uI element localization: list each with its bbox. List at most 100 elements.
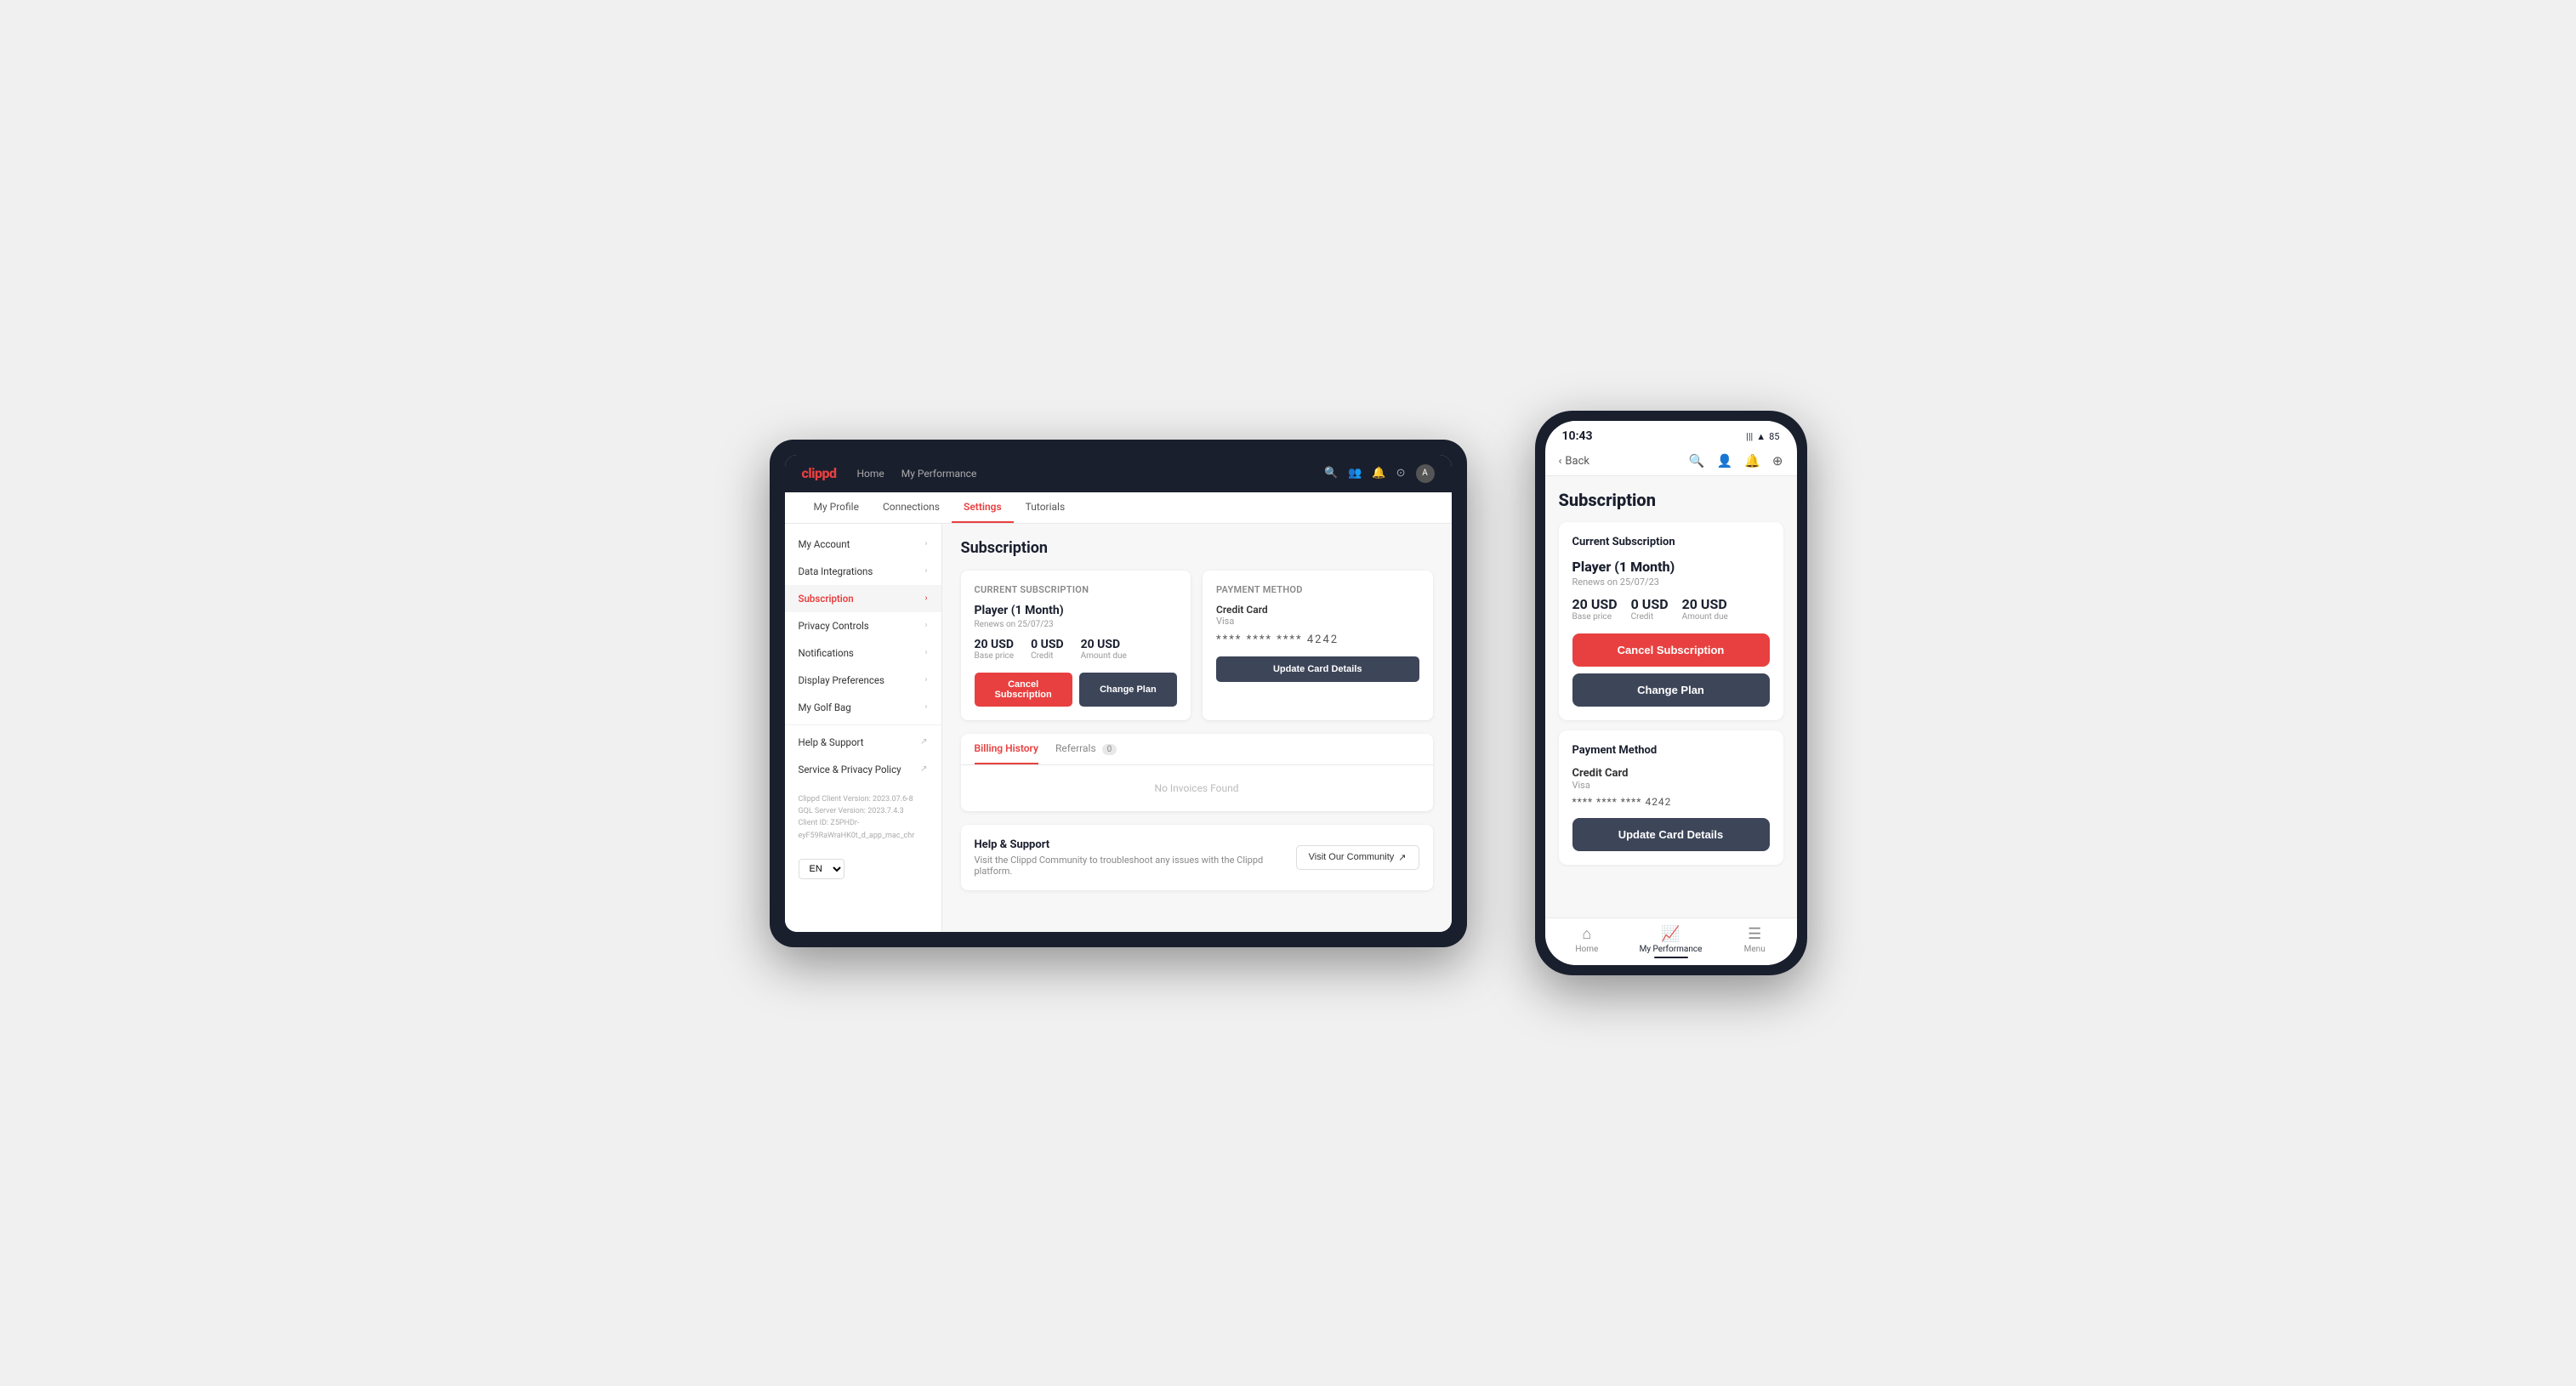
phone-payment-title: Payment Method bbox=[1572, 744, 1770, 757]
wifi-icon: ▲ bbox=[1756, 431, 1766, 442]
plan-renews: Renews on 25/07/23 bbox=[975, 620, 1178, 629]
circle-icon[interactable]: ⊙ bbox=[1396, 467, 1406, 480]
phone-plan-name: Player (1 Month) bbox=[1572, 559, 1770, 575]
chevron-left-icon: ‹ bbox=[1559, 455, 1562, 468]
back-button[interactable]: ‹ Back bbox=[1559, 455, 1589, 468]
phone-subscription-title: Current Subscription bbox=[1572, 536, 1770, 548]
help-text: Help & Support Visit the Clippd Communit… bbox=[975, 838, 1296, 877]
sidebar-item-subscription[interactable]: Subscription › bbox=[785, 585, 941, 612]
billing-tabs: Billing History Referrals 0 bbox=[961, 734, 1433, 765]
phone-nav-home[interactable]: ⌂ Home bbox=[1545, 918, 1629, 965]
chevron-right-icon: › bbox=[924, 675, 927, 684]
battery-icon: 85 bbox=[1769, 431, 1779, 442]
plan-name: Player (1 Month) bbox=[975, 604, 1178, 617]
chevron-right-icon: › bbox=[924, 594, 927, 603]
phone-card-number-row: **** **** **** 4242 bbox=[1572, 796, 1770, 808]
phone-card-type: Credit Card bbox=[1572, 767, 1770, 780]
subscription-cards-row: Current Subscription Player (1 Month) Re… bbox=[961, 571, 1433, 720]
nav-links: Home My Performance bbox=[856, 468, 1304, 480]
app-logo: clippd bbox=[802, 465, 837, 481]
external-link-icon: ↗ bbox=[1398, 852, 1406, 863]
tablet-navbar: clippd Home My Performance 🔍 👥 🔔 ⊙ A bbox=[785, 455, 1452, 492]
credit: 0 USD Credit bbox=[1031, 638, 1063, 661]
current-subscription-title: Current Subscription bbox=[975, 584, 1178, 595]
phone-nav-my-performance[interactable]: 📈 My Performance bbox=[1629, 918, 1713, 965]
update-card-button[interactable]: Update Card Details bbox=[1216, 656, 1419, 682]
phone-screen: 10:43 ||| ▲ 85 ‹ Back 🔍 👤 🔔 ⊕ bbox=[1545, 421, 1797, 965]
visit-community-button[interactable]: Visit Our Community ↗ bbox=[1296, 845, 1419, 870]
phone-subscription-card: Current Subscription Player (1 Month) Re… bbox=[1559, 522, 1783, 720]
nav-active-indicator bbox=[1654, 957, 1688, 958]
tab-connections[interactable]: Connections bbox=[871, 492, 952, 523]
phone-nav-icons: 🔍 👤 🔔 ⊕ bbox=[1689, 453, 1783, 469]
home-icon: ⌂ bbox=[1582, 925, 1591, 943]
tablet-screen: clippd Home My Performance 🔍 👥 🔔 ⊙ A My … bbox=[785, 455, 1452, 932]
external-link-icon: ↗ bbox=[920, 764, 927, 774]
sidebar: My Account › Data Integrations › Subscri… bbox=[785, 524, 942, 932]
sidebar-item-display-preferences[interactable]: Display Preferences › bbox=[785, 667, 941, 694]
phone-card-number: **** **** **** 4242 bbox=[1572, 796, 1672, 808]
user-icon[interactable]: 👤 bbox=[1717, 453, 1733, 469]
base-price: 20 USD Base price bbox=[975, 638, 1015, 661]
phone-status-icons: ||| ▲ 85 bbox=[1746, 431, 1779, 442]
help-description: Visit the Clippd Community to troublesho… bbox=[975, 855, 1296, 877]
chevron-right-icon: › bbox=[924, 566, 927, 576]
phone-payment-card: Payment Method Credit Card Visa **** ***… bbox=[1559, 730, 1783, 865]
card-number: **** **** **** 4242 bbox=[1216, 633, 1419, 646]
phone-cancel-subscription-button[interactable]: Cancel Subscription bbox=[1572, 633, 1770, 667]
chevron-right-icon: › bbox=[924, 702, 927, 712]
phone-change-plan-button[interactable]: Change Plan bbox=[1572, 673, 1770, 707]
phone-page-title: Subscription bbox=[1559, 490, 1783, 510]
sidebar-item-my-account[interactable]: My Account › bbox=[785, 531, 941, 558]
phone-credit: 0 USD Credit bbox=[1631, 596, 1669, 622]
performance-icon: 📈 bbox=[1661, 925, 1680, 943]
amount-due: 20 USD Amount due bbox=[1081, 638, 1127, 661]
tab-tutorials[interactable]: Tutorials bbox=[1014, 492, 1078, 523]
card-type: Credit Card bbox=[1216, 604, 1419, 616]
tab-billing-history[interactable]: Billing History bbox=[975, 734, 1038, 764]
tablet-content: My Account › Data Integrations › Subscri… bbox=[785, 524, 1452, 932]
tablet-device: clippd Home My Performance 🔍 👥 🔔 ⊙ A My … bbox=[770, 440, 1467, 947]
sidebar-item-data-integrations[interactable]: Data Integrations › bbox=[785, 558, 941, 585]
search-icon[interactable]: 🔍 bbox=[1324, 467, 1338, 480]
nav-icons: 🔍 👥 🔔 ⊙ A bbox=[1324, 464, 1434, 483]
bell-icon[interactable]: 🔔 bbox=[1744, 453, 1760, 469]
tab-referrals[interactable]: Referrals 0 bbox=[1055, 734, 1117, 764]
current-subscription-card: Current Subscription Player (1 Month) Re… bbox=[961, 571, 1191, 720]
subscription-actions: Cancel Subscription Change Plan bbox=[975, 673, 1178, 707]
sidebar-divider bbox=[785, 724, 941, 725]
tablet-subnav: My Profile Connections Settings Tutorial… bbox=[785, 492, 1452, 524]
bell-icon[interactable]: 🔔 bbox=[1372, 467, 1385, 480]
cancel-subscription-button[interactable]: Cancel Subscription bbox=[975, 673, 1072, 707]
search-icon[interactable]: 🔍 bbox=[1689, 453, 1705, 469]
sidebar-item-help-support[interactable]: Help & Support ↗ bbox=[785, 729, 941, 756]
help-title: Help & Support bbox=[975, 838, 1296, 851]
tab-settings[interactable]: Settings bbox=[952, 492, 1014, 523]
change-plan-button[interactable]: Change Plan bbox=[1079, 673, 1177, 707]
phone-update-card-button[interactable]: Update Card Details bbox=[1572, 818, 1770, 851]
signal-icon: ||| bbox=[1746, 431, 1753, 442]
tab-my-profile[interactable]: My Profile bbox=[802, 492, 871, 523]
phone-plan-pricing: 20 USD Base price 0 USD Credit 20 USD Am… bbox=[1572, 596, 1770, 622]
external-link-icon: ↗ bbox=[920, 737, 927, 747]
nav-home[interactable]: Home bbox=[856, 468, 884, 480]
sidebar-item-my-golf-bag[interactable]: My Golf Bag › bbox=[785, 694, 941, 721]
card-brand: Visa bbox=[1216, 616, 1419, 627]
phone-plan-renews: Renews on 25/07/23 bbox=[1572, 577, 1770, 588]
payment-method-card: Payment Method Credit Card Visa **** ***… bbox=[1203, 571, 1433, 720]
users-icon[interactable]: 👥 bbox=[1348, 467, 1362, 480]
plus-circle-icon[interactable]: ⊕ bbox=[1772, 453, 1783, 469]
nav-my-performance[interactable]: My Performance bbox=[901, 468, 977, 480]
phone-card-brand: Visa bbox=[1572, 780, 1770, 791]
language-selector[interactable]: EN FR DE bbox=[799, 859, 928, 879]
chevron-right-icon: › bbox=[924, 539, 927, 548]
phone-nav-menu[interactable]: ☰ Menu bbox=[1713, 918, 1797, 965]
avatar[interactable]: A bbox=[1416, 464, 1435, 483]
phone-time: 10:43 bbox=[1562, 429, 1593, 443]
referrals-badge: 0 bbox=[1102, 744, 1117, 755]
plan-pricing: 20 USD Base price 0 USD Credit 20 USD Am… bbox=[975, 638, 1178, 661]
phone-amount-due: 20 USD Amount due bbox=[1682, 596, 1728, 622]
sidebar-item-service-privacy[interactable]: Service & Privacy Policy ↗ bbox=[785, 756, 941, 783]
sidebar-item-privacy-controls[interactable]: Privacy Controls › bbox=[785, 612, 941, 639]
sidebar-item-notifications[interactable]: Notifications › bbox=[785, 639, 941, 667]
